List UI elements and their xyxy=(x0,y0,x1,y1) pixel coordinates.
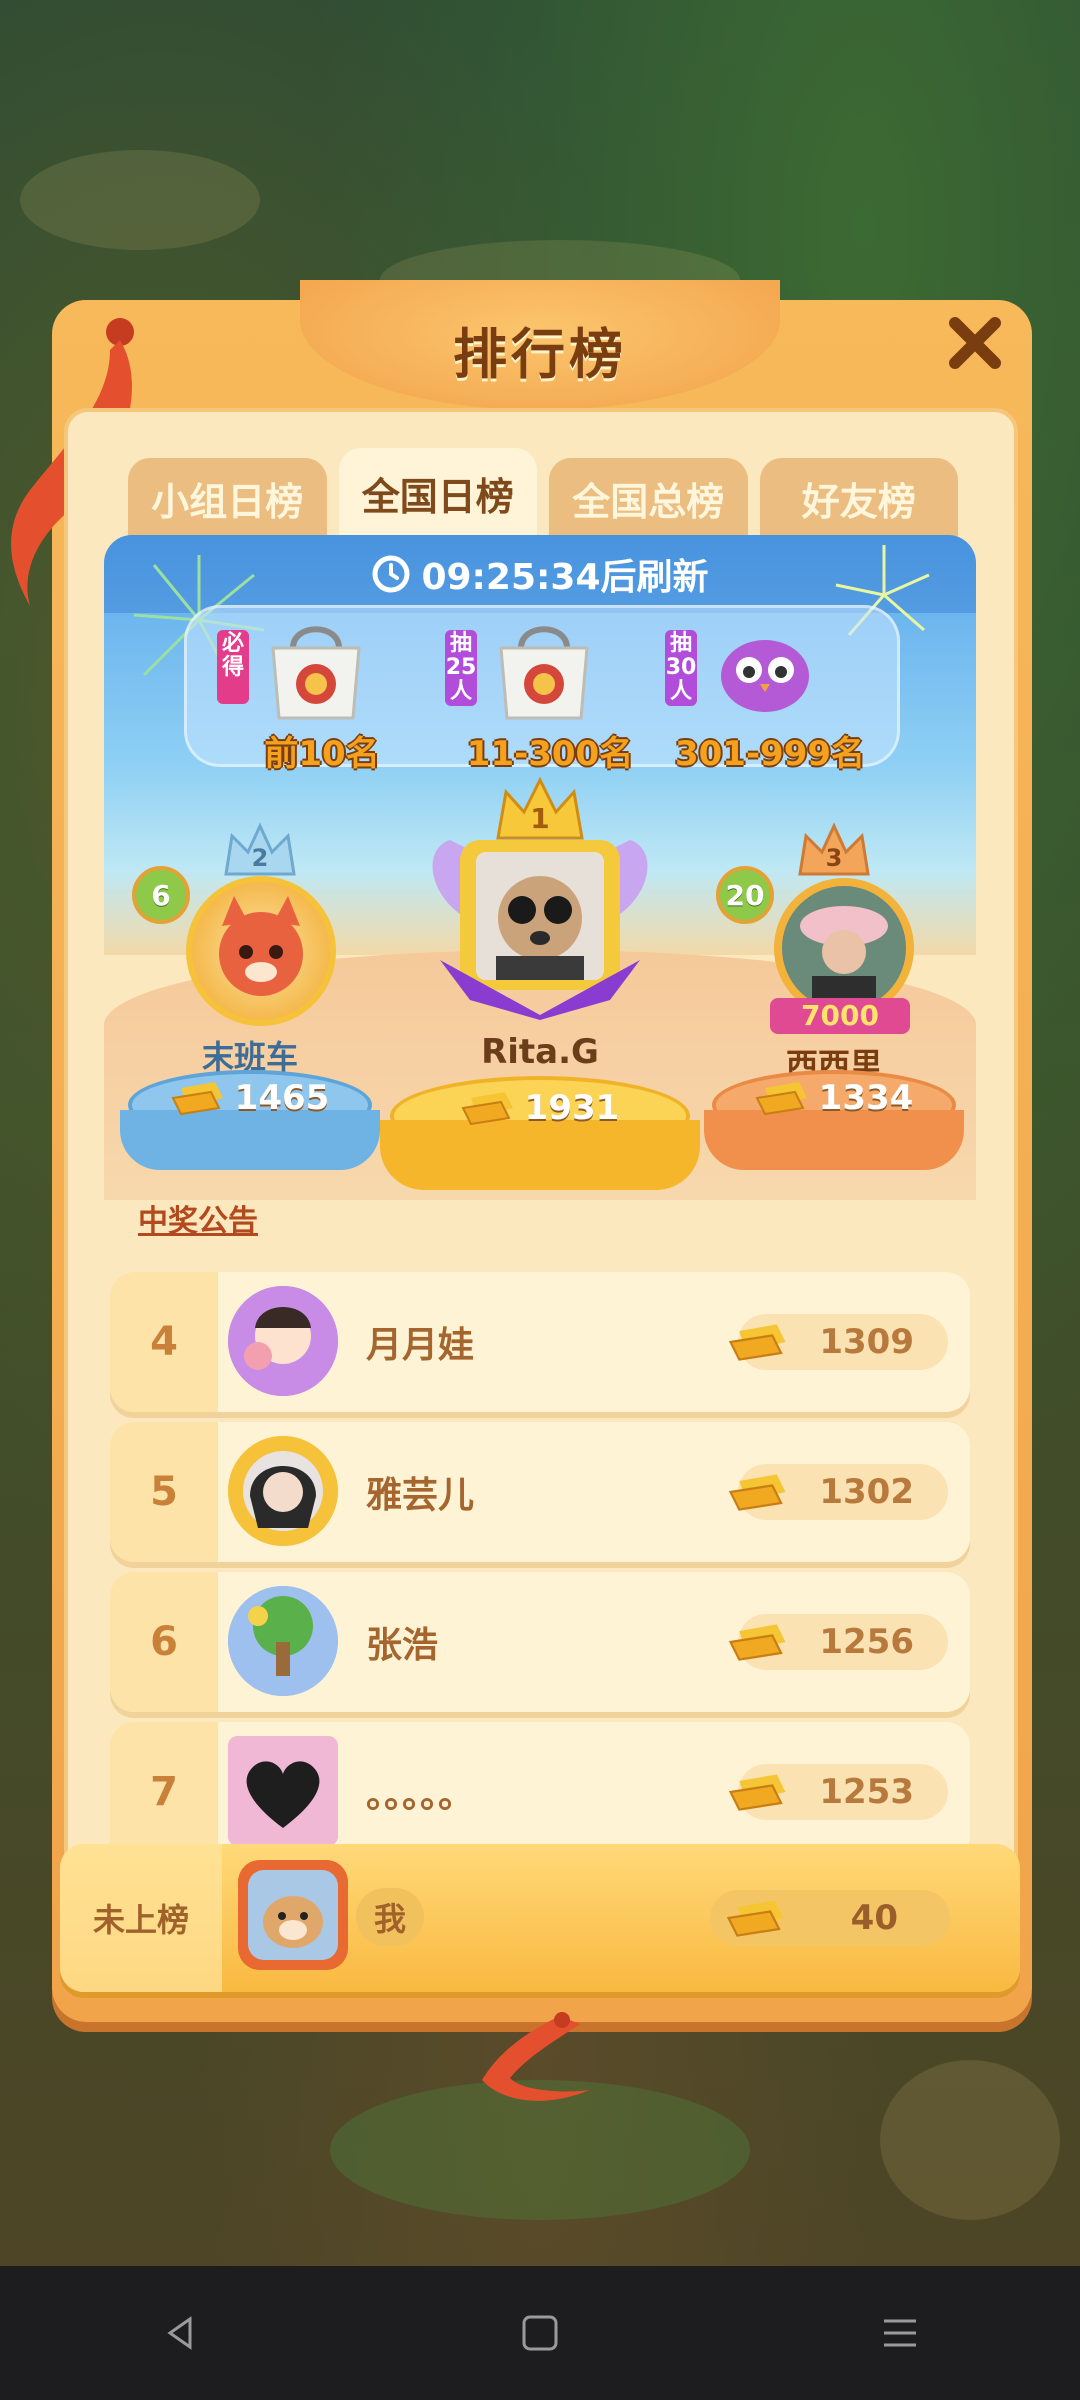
podium-third[interactable]: 3 20 7000 西西里 1334 xyxy=(704,770,964,1190)
dog-avatar-icon xyxy=(238,1860,348,1970)
list-item[interactable]: 7 。。。。。 1253 xyxy=(110,1722,970,1862)
panel-title: 排行榜 xyxy=(453,323,627,386)
clock-icon xyxy=(372,555,410,593)
gold-bar-icon xyxy=(728,1324,786,1361)
score-value: 1334 xyxy=(818,1078,914,1118)
player-name: 雅芸儿 xyxy=(366,1475,475,1516)
level-badge: 6 xyxy=(132,866,190,924)
avatar xyxy=(228,1286,338,1396)
rank-number: 7 xyxy=(110,1722,218,1862)
podium-place: 2 xyxy=(252,844,269,872)
gold-bar-icon xyxy=(171,1082,223,1116)
crown-icon: 3 xyxy=(798,822,870,876)
avatar xyxy=(228,1586,338,1696)
menu-icon xyxy=(884,2319,916,2347)
close-icon xyxy=(949,317,1001,369)
back-icon xyxy=(167,2316,192,2350)
podium: 2 6 末班车 1465 1 Rita.G 1931 3 20 7000 西西里… xyxy=(104,770,976,1200)
crown-icon: 2 xyxy=(224,822,296,876)
avatar xyxy=(228,1736,338,1846)
list-item[interactable]: 4 月月娃 1309 xyxy=(110,1272,970,1412)
rank-number: 5 xyxy=(110,1422,218,1562)
owl-plush-icon xyxy=(721,640,809,712)
level-badge: 20 xyxy=(716,866,774,924)
reward-tiers: 必得 前10名 抽25人 11-300名 抽30人 301-999名 xyxy=(184,605,900,774)
gold-bar-icon xyxy=(728,1774,786,1811)
reward-rank: 301-999名 xyxy=(674,734,866,774)
rank-number: 4 xyxy=(110,1272,218,1412)
ranking-list: 4 月月娃 1309 5 雅芸儿 1302 6 张浩 1256 7 。。。。。 … xyxy=(110,1272,970,1872)
girl-avatar-icon xyxy=(228,1436,338,1546)
reward-tag: 抽30人 xyxy=(665,630,697,706)
refresh-time: 09:25:34 xyxy=(421,557,601,598)
winner-announcement-link[interactable]: 中奖公告 xyxy=(138,1196,258,1240)
home-button[interactable] xyxy=(510,2303,570,2363)
podium-score: 1334 xyxy=(744,1078,924,1118)
reward-tag: 抽25人 xyxy=(445,630,477,706)
refresh-suffix: 后刷新 xyxy=(600,557,709,598)
player-name: 。。。。。 xyxy=(366,1775,475,1816)
gold-bar-icon xyxy=(755,1082,807,1116)
avatar xyxy=(186,876,336,1026)
score-value: 1931 xyxy=(524,1088,620,1128)
heart-avatar-icon xyxy=(228,1736,338,1846)
avatar xyxy=(238,1860,348,1970)
rank-number: 6 xyxy=(110,1572,218,1712)
list-item[interactable]: 5 雅芸儿 1302 xyxy=(110,1422,970,1562)
list-item[interactable]: 6 张浩 1256 xyxy=(110,1572,970,1712)
gift-bag-icon xyxy=(499,626,589,720)
podium-score: 1931 xyxy=(440,1088,640,1128)
reward-tier-1[interactable]: 必得 前10名 xyxy=(217,618,417,774)
gold-bar-icon xyxy=(728,1474,786,1511)
fox-avatar-icon xyxy=(219,896,303,996)
home-icon xyxy=(522,2315,558,2351)
close-button[interactable] xyxy=(940,308,1010,378)
dog-avatar-icon xyxy=(476,852,604,980)
back-button[interactable] xyxy=(150,2303,210,2363)
score-value: 1465 xyxy=(234,1078,330,1118)
system-navigation-bar xyxy=(0,2266,1080,2400)
my-rank-row[interactable]: 未上榜 我 40 xyxy=(60,1844,1020,1992)
reward-tier-3[interactable]: 抽30人 301-999名 xyxy=(665,618,865,774)
reward-tier-2[interactable]: 抽25人 11-300名 xyxy=(445,618,645,774)
tab-group-daily[interactable]: 小组日榜 xyxy=(128,458,327,538)
avatar xyxy=(774,878,914,1018)
ribbon-decoration xyxy=(482,2012,590,2101)
podium-first[interactable]: 1 Rita.G 1931 xyxy=(380,770,700,1210)
my-rank-status: 未上榜 xyxy=(60,1844,222,1992)
doll-avatar-icon xyxy=(228,1286,338,1396)
tab-national-total[interactable]: 全国总榜 xyxy=(549,458,748,538)
tree-avatar-icon xyxy=(228,1586,338,1696)
tab-bar: 小组日榜 全国日榜 全国总榜 好友榜 xyxy=(128,448,958,538)
avatar xyxy=(228,1436,338,1546)
reward-rank: 11-300名 xyxy=(466,734,634,774)
podium-score: 1465 xyxy=(160,1078,340,1118)
person-avatar-icon xyxy=(782,886,906,1010)
player-name: 张浩 xyxy=(366,1625,439,1666)
recents-button[interactable] xyxy=(870,2303,930,2363)
reward-tag: 必得 xyxy=(217,630,249,704)
gold-bar-icon xyxy=(461,1092,513,1126)
gift-bag-icon xyxy=(271,626,361,720)
podium-second[interactable]: 2 6 末班车 1465 xyxy=(120,770,380,1190)
gold-bar-icon xyxy=(726,1900,784,1937)
tab-national-daily[interactable]: 全国日榜 xyxy=(338,448,537,538)
player-name: 月月娃 xyxy=(366,1325,475,1366)
frame-badge: 7000 xyxy=(770,998,910,1034)
avatar xyxy=(476,852,604,980)
my-name: 我 xyxy=(356,1888,425,1946)
podium-place: 3 xyxy=(826,844,843,872)
reward-rank: 前10名 xyxy=(264,734,380,774)
podium-name: Rita.G xyxy=(481,1032,599,1072)
tab-friends[interactable]: 好友榜 xyxy=(759,458,958,538)
gold-bar-icon xyxy=(728,1624,786,1661)
